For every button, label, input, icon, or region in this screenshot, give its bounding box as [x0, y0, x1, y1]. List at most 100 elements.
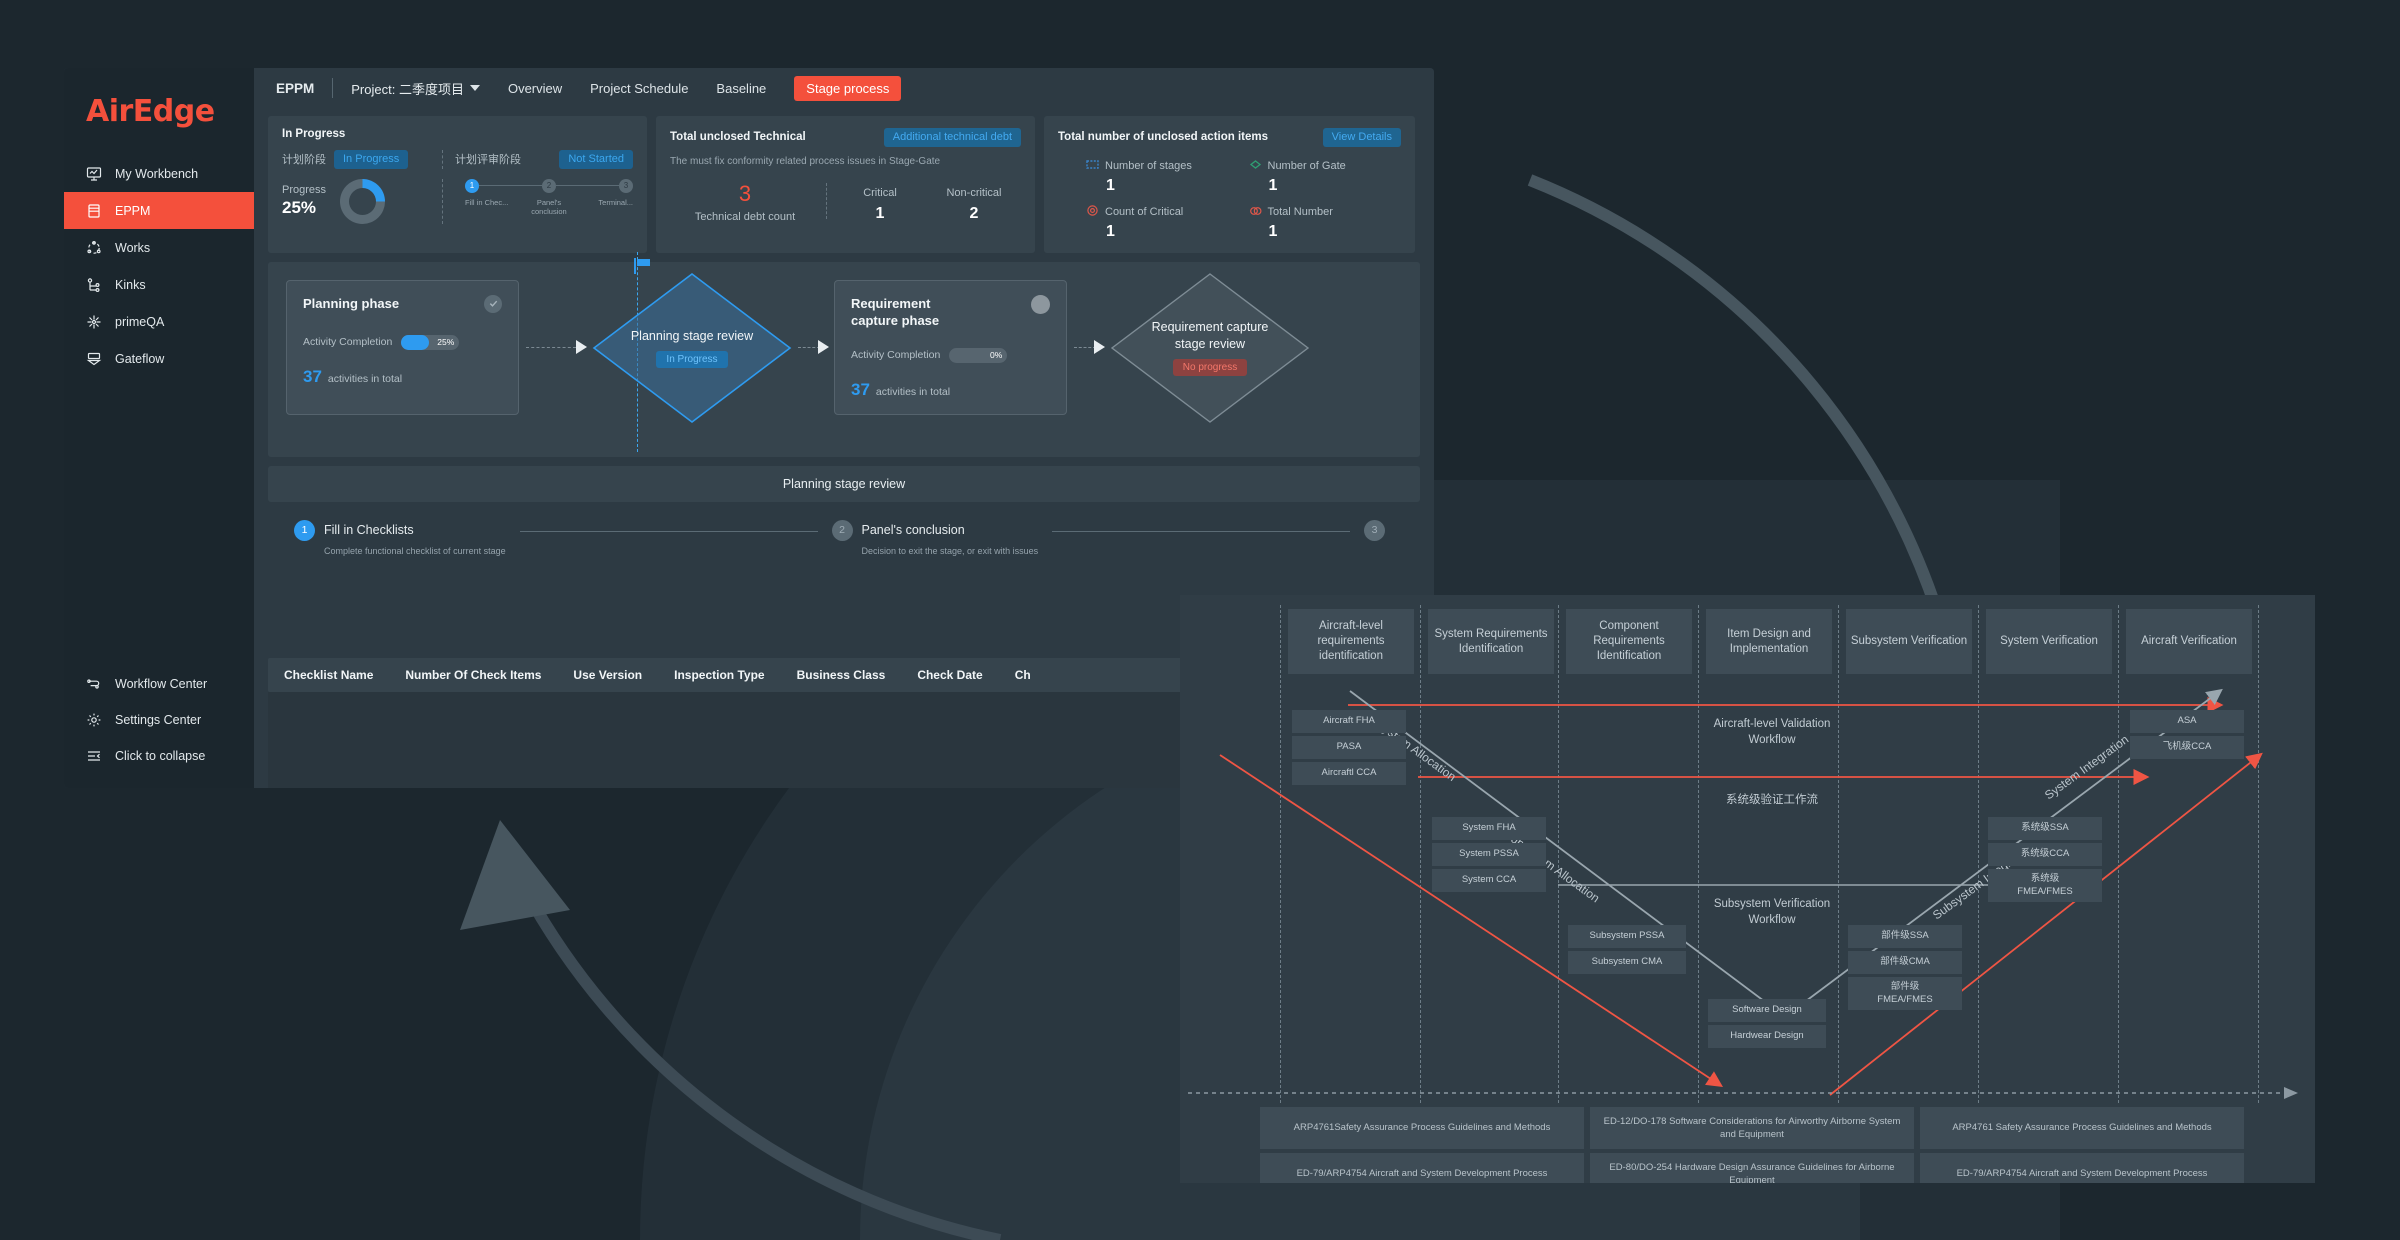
vmodel-item-box[interactable]: 部件级SSA — [1848, 925, 1962, 948]
mini-step-dot[interactable]: 3 — [619, 178, 633, 193]
flow-connector — [526, 346, 576, 348]
phase-planning[interactable]: Planning phase Activity Completion 25% 3… — [286, 279, 519, 415]
vmodel-arrows — [1188, 688, 2298, 1099]
column-header-use-version[interactable]: Use Version — [557, 668, 658, 682]
column-header-truncated[interactable]: Ch — [999, 668, 1047, 682]
kinks-icon — [86, 277, 102, 293]
mini-stepper: 1 2 3 Fill in Chec... Panel's conclusion… — [465, 178, 633, 224]
logo-text: AirEdge — [86, 94, 215, 129]
view-details-button[interactable]: View Details — [1322, 128, 1401, 147]
step-title: Panel's conclusion — [861, 523, 965, 538]
activity-completion-label: Activity Completion — [851, 349, 941, 362]
card-subtitle: The must fix conformity related process … — [670, 155, 941, 167]
review-label: 计划评审阶段 — [455, 154, 521, 167]
column-header-check-date[interactable]: Check Date — [901, 668, 998, 682]
workbench-icon — [86, 166, 102, 182]
sidebar-item-collapse[interactable]: Click to collapse — [64, 738, 254, 774]
vmodel-footer-box[interactable]: ED-79/ARP4754 Aircraft and System Develo… — [1920, 1153, 2244, 1183]
column-header-inspection-type[interactable]: Inspection Type — [658, 668, 780, 682]
gate-title: Requirement capture stage review — [1151, 320, 1269, 351]
vmodel-item-box[interactable]: System PSSA — [1432, 843, 1546, 866]
tab-stage-process[interactable]: Stage process — [794, 75, 902, 101]
activity-completion-label: Activity Completion — [303, 336, 393, 349]
vmodel-item-box[interactable]: Hardwear Design — [1708, 1025, 1826, 1048]
card-technical-debt: Total unclosed Technical Additional tech… — [656, 116, 1035, 253]
vmodel-item-box[interactable]: 飞机级CCA — [2130, 736, 2244, 759]
sidebar-item-label: Settings Center — [115, 713, 202, 727]
stat-cards-row: In Progress 计划阶段 In Progress 计划评审阶段 Not … — [268, 116, 1420, 253]
book-icon — [86, 203, 102, 219]
card-divider-2 — [442, 178, 443, 224]
check-circle-icon — [484, 294, 502, 313]
vmodel-footer-box[interactable]: ED-80/DO-254 Hardware Design Assurance G… — [1590, 1153, 1914, 1183]
vmodel-item-box[interactable]: Aircraft FHA — [1292, 710, 1406, 733]
tab-baseline[interactable]: Baseline — [716, 81, 766, 96]
stat-total-number: Total Number 1 — [1249, 204, 1402, 241]
gate-requirement-capture-stage-review[interactable]: Requirement capture stage review No prog… — [1110, 272, 1310, 424]
sidebar-item-settings-center[interactable]: Settings Center — [64, 702, 254, 738]
column-header-business-class[interactable]: Business Class — [781, 668, 902, 682]
review-stepper: 1 Fill in Checklists Complete functional… — [268, 502, 1420, 556]
phase-requirement-capture[interactable]: Requirement capture phase Activity Compl… — [834, 279, 1067, 415]
review-status-badge: Not Started — [559, 150, 633, 169]
flow-arrow-icon — [818, 339, 829, 354]
step-panels-conclusion[interactable]: 2 Panel's conclusion Decision to exit th… — [831, 519, 1038, 556]
additional-technical-debt-button[interactable]: Additional technical debt — [883, 128, 1021, 147]
vmodel-item-box[interactable]: 部件级CMA — [1848, 951, 1962, 974]
mini-step-dot[interactable]: 1 — [465, 178, 479, 193]
column-header-number-of-check-items[interactable]: Number Of Check Items — [389, 668, 557, 682]
sidebar-item-eppm[interactable]: EPPM — [64, 192, 254, 229]
sidebar-item-my-workbench[interactable]: My Workbench — [64, 155, 254, 192]
vmodel-item-box[interactable]: Subsystem CMA — [1568, 951, 1686, 974]
step-number: 2 — [831, 519, 853, 541]
stage-label: 计划阶段 — [282, 154, 326, 167]
project-selector[interactable]: Project: 二季度项目 — [351, 79, 480, 98]
workflow-label-system-verification: 系统级验证工作流 — [1726, 794, 1818, 806]
sidebar-item-label: Click to collapse — [115, 749, 206, 763]
progress-donut — [340, 178, 386, 224]
activities-total-label: activities in total — [875, 385, 951, 398]
sidebar-item-primeqa[interactable]: primeQA — [64, 303, 254, 340]
card-divider — [442, 150, 443, 169]
vmodel-item-box[interactable]: Aircraftl CCA — [1292, 762, 1406, 785]
vmodel-item-box[interactable]: 系统级CCA — [1988, 843, 2102, 866]
vmodel-item-box[interactable]: System CCA — [1432, 869, 1546, 892]
vmodel-item-box[interactable]: 系统级SSA — [1988, 817, 2102, 840]
stat-value: 1 — [1106, 176, 1115, 194]
vmodel-item-box[interactable]: Subsystem PSSA — [1568, 925, 1686, 948]
vmodel-item-box[interactable]: PASA — [1292, 736, 1406, 759]
critical-caption: Critical — [863, 186, 897, 199]
vmodel-item-box[interactable]: 部件级 FMEA/FMES — [1848, 977, 1962, 1010]
progress-value: 25% — [282, 198, 317, 218]
activities-total-number: 37 — [303, 366, 322, 386]
sidebar-item-works[interactable]: Works — [64, 229, 254, 266]
progress-label: Progress — [282, 184, 327, 197]
activities-total-label: activities in total — [327, 372, 403, 385]
card-in-progress: In Progress 计划阶段 In Progress 计划评审阶段 Not … — [268, 116, 647, 253]
vmodel-footer-box[interactable]: ARP4761 Safety Assurance Process Guideli… — [1920, 1107, 2244, 1149]
column-header-checklist-name[interactable]: Checklist Name — [268, 668, 389, 682]
noncritical-stat: Non-critical 2 — [927, 187, 1021, 223]
vmodel-footer-box[interactable]: ARP4761Safety Assurance Process Guidelin… — [1260, 1107, 1584, 1149]
gate-planning-stage-review[interactable]: Planning stage review In Progress — [592, 272, 792, 424]
step-fill-in-checklists[interactable]: 1 Fill in Checklists Complete functional… — [294, 519, 506, 556]
vmodel-item-box[interactable]: Software Design — [1708, 999, 1826, 1022]
vmodel-footer-box[interactable]: ED-12/DO-178 Software Considerations for… — [1590, 1107, 1914, 1149]
mini-step-dot[interactable]: 2 — [542, 178, 556, 193]
phase-title: Planning phase — [303, 295, 400, 311]
gate-icon — [1249, 158, 1262, 174]
tab-overview[interactable]: Overview — [508, 81, 562, 96]
sidebar-item-gateflow[interactable]: Gateflow — [64, 340, 254, 377]
vmodel-item-box[interactable]: 系统级 FMEA/FMES — [1988, 869, 2102, 902]
vmodel-item-box[interactable]: ASA — [2130, 710, 2244, 733]
stat-value: 1 — [1268, 222, 1278, 240]
step-terminal[interactable]: 3 — [1364, 519, 1394, 541]
phase-title: Requirement capture phase — [851, 295, 940, 329]
tab-project-schedule[interactable]: Project Schedule — [590, 81, 688, 96]
sidebar-item-workflow-center[interactable]: Workflow Center — [64, 666, 254, 702]
activity-progress-value: 0% — [989, 350, 1003, 361]
vmodel-item-box[interactable]: System FHA — [1432, 817, 1546, 840]
vmodel-footer-box[interactable]: ED-79/ARP4754 Aircraft and System Develo… — [1260, 1153, 1584, 1183]
sidebar-item-kinks[interactable]: Kinks — [64, 266, 254, 303]
mini-step-label: Fill in Chec... — [465, 197, 509, 207]
